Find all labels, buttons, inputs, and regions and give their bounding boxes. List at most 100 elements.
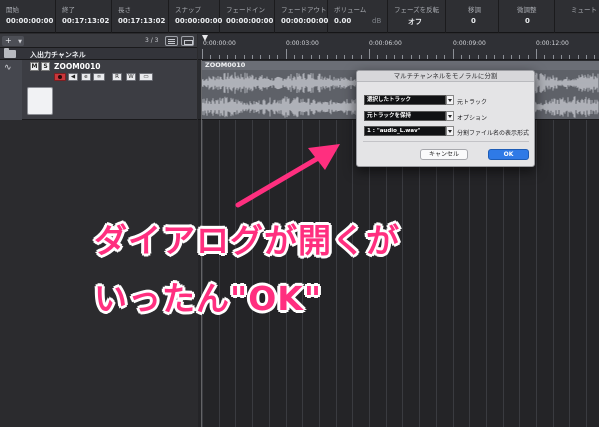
- ruler-tick: [369, 49, 370, 59]
- ruler-tick: [310, 55, 312, 59]
- ruler-tick: [377, 55, 379, 59]
- source-track-select[interactable]: 選択したトラック: [364, 95, 446, 105]
- ruler-tick: [327, 55, 329, 59]
- ruler-tick: [285, 49, 287, 59]
- info-snap[interactable]: スナップ 00:00:00:00: [169, 0, 222, 33]
- info-end-label: 終了: [62, 6, 75, 14]
- info-fade-out[interactable]: フェードアウト 00:00:00:00: [275, 0, 328, 33]
- audio-track-header[interactable]: ∿ M S ZOOM0010 ◀ e ∞ R W ▭: [0, 60, 197, 120]
- read-automation-button[interactable]: R: [112, 73, 122, 81]
- ruler-tick: [352, 55, 354, 59]
- info-volume-value[interactable]: 0.00: [334, 17, 351, 25]
- ok-button[interactable]: OK: [488, 149, 529, 160]
- ruler-tick: [552, 55, 554, 59]
- filename-format-label: 分割ファイル名の表示形式: [457, 130, 530, 137]
- ruler-tick: [577, 55, 579, 59]
- folder-icon: [4, 48, 16, 58]
- info-transpose[interactable]: 移調 0: [446, 0, 499, 33]
- ruler-mark: 0:00:00:00: [203, 40, 236, 47]
- ruler-tick: [218, 55, 220, 59]
- ruler-tick: [536, 49, 537, 59]
- info-fade-out-value[interactable]: 00:00:00:00: [281, 17, 328, 25]
- info-end[interactable]: 終了 00:17:13:02: [56, 0, 112, 33]
- ruler-mark: 0:00:12:00: [536, 40, 569, 47]
- ruler-tick: [460, 55, 462, 59]
- audio-track-icon: ∿: [4, 63, 12, 73]
- info-length-value[interactable]: 00:17:13:02: [118, 17, 165, 25]
- annotation-line-1: ダイアログが開くが: [94, 221, 400, 260]
- info-phase-label: フェーズを反転: [394, 6, 440, 14]
- dialog-divider: [363, 141, 529, 142]
- info-transpose-label: 移調: [468, 6, 481, 14]
- edit-button[interactable]: e: [81, 73, 91, 81]
- ruler-tick: [252, 55, 254, 59]
- io-channel-row[interactable]: 入出力チャンネル: [0, 48, 197, 60]
- info-volume[interactable]: ボリューム 0.00 dB: [328, 0, 388, 33]
- info-start-value[interactable]: 00:00:00:00: [6, 17, 53, 25]
- filename-format-select[interactable]: 1 : "audio_L.wav": [364, 126, 446, 136]
- track-list-view-icon[interactable]: [165, 36, 178, 46]
- info-phase[interactable]: フェーズを反転 オフ: [388, 0, 446, 33]
- timeline-ruler[interactable]: 0:00:00:00 0:00:03:00 0:00:06:00 0:00:09…: [198, 34, 599, 60]
- info-mute[interactable]: ミュート: [555, 0, 599, 33]
- info-length[interactable]: 長さ 00:17:13:02: [112, 0, 169, 33]
- ruler-tick: [385, 55, 387, 59]
- chevron-down-icon[interactable]: [446, 111, 454, 121]
- ruler-tick: [235, 55, 237, 59]
- chevron-down-icon[interactable]: [446, 95, 454, 105]
- split-multichannel-dialog: マルチチャンネルをモノラルに分割 選択したトラック 元トラック 元トラックを保持…: [356, 70, 535, 167]
- solo-button[interactable]: S: [41, 62, 50, 71]
- ruler-mark: 0:00:06:00: [369, 40, 402, 47]
- link-button[interactable]: ∞: [93, 73, 105, 81]
- option-select[interactable]: 元トラックを保持: [364, 111, 446, 121]
- info-snap-value[interactable]: 00:00:00:00: [175, 17, 222, 25]
- ruler-tick: [561, 55, 563, 59]
- ruler-mark: 0:00:03:00: [286, 40, 319, 47]
- ruler-tick: [335, 55, 337, 59]
- track-window-icon[interactable]: [181, 36, 194, 46]
- info-transpose-value[interactable]: 0: [471, 17, 476, 25]
- ruler-tick: [343, 55, 345, 59]
- info-start[interactable]: 開始 00:00:00:00: [0, 0, 56, 33]
- ruler-tick: [485, 55, 487, 59]
- write-automation-button[interactable]: W: [126, 73, 136, 81]
- info-snap-label: スナップ: [175, 6, 201, 14]
- chevron-down-icon[interactable]: [446, 126, 454, 136]
- ruler-tick: [594, 55, 596, 59]
- io-channel-name: 入出力チャンネル: [30, 51, 86, 59]
- track-picture[interactable]: [27, 87, 53, 115]
- dialog-title: マルチチャンネルをモノラルに分割: [357, 71, 534, 82]
- ruler-tick: [502, 55, 504, 59]
- info-fine-tune[interactable]: 微調整 0: [499, 0, 555, 33]
- audio-event-title: ZOOM0010: [202, 61, 599, 70]
- info-volume-label: ボリューム: [334, 6, 367, 14]
- ruler-tick: [260, 55, 262, 59]
- annotation-line-2: いったん"OK": [94, 279, 323, 318]
- mute-button[interactable]: M: [30, 62, 39, 71]
- track-count: 3 / 3: [145, 37, 159, 44]
- info-fine-tune-value[interactable]: 0: [525, 17, 530, 25]
- info-end-value[interactable]: 00:17:13:02: [62, 17, 109, 25]
- track-name[interactable]: ZOOM0010: [54, 62, 101, 71]
- record-enable-button[interactable]: [54, 73, 66, 81]
- ruler-tick: [435, 55, 437, 59]
- cancel-button[interactable]: キャンセル: [420, 149, 468, 160]
- monitor-button[interactable]: ◀: [68, 73, 78, 81]
- daw-window: 開始 00:00:00:00 終了 00:17:13:02 長さ 00:17:1…: [0, 0, 599, 427]
- add-track-label: +: [5, 36, 12, 45]
- ruler-tick: [510, 55, 512, 59]
- info-fade-in[interactable]: フェードイン 00:00:00:00: [220, 0, 275, 33]
- info-fade-out-label: フェードアウト: [281, 6, 327, 14]
- ruler-tick: [360, 55, 362, 59]
- info-fade-in-value[interactable]: 00:00:00:00: [226, 17, 273, 25]
- add-track-button[interactable]: + ▼: [2, 36, 24, 46]
- ruler-tick: [318, 55, 320, 59]
- ruler-tick: [544, 55, 546, 59]
- ruler-tick: [402, 55, 404, 59]
- lanes-button[interactable]: ▭: [139, 73, 153, 81]
- track-color-strip: ∿: [0, 60, 22, 120]
- ruler-tick: [302, 55, 304, 59]
- ruler-tick: [210, 55, 212, 59]
- ruler-tick: [586, 55, 588, 59]
- info-phase-value[interactable]: オフ: [408, 17, 422, 27]
